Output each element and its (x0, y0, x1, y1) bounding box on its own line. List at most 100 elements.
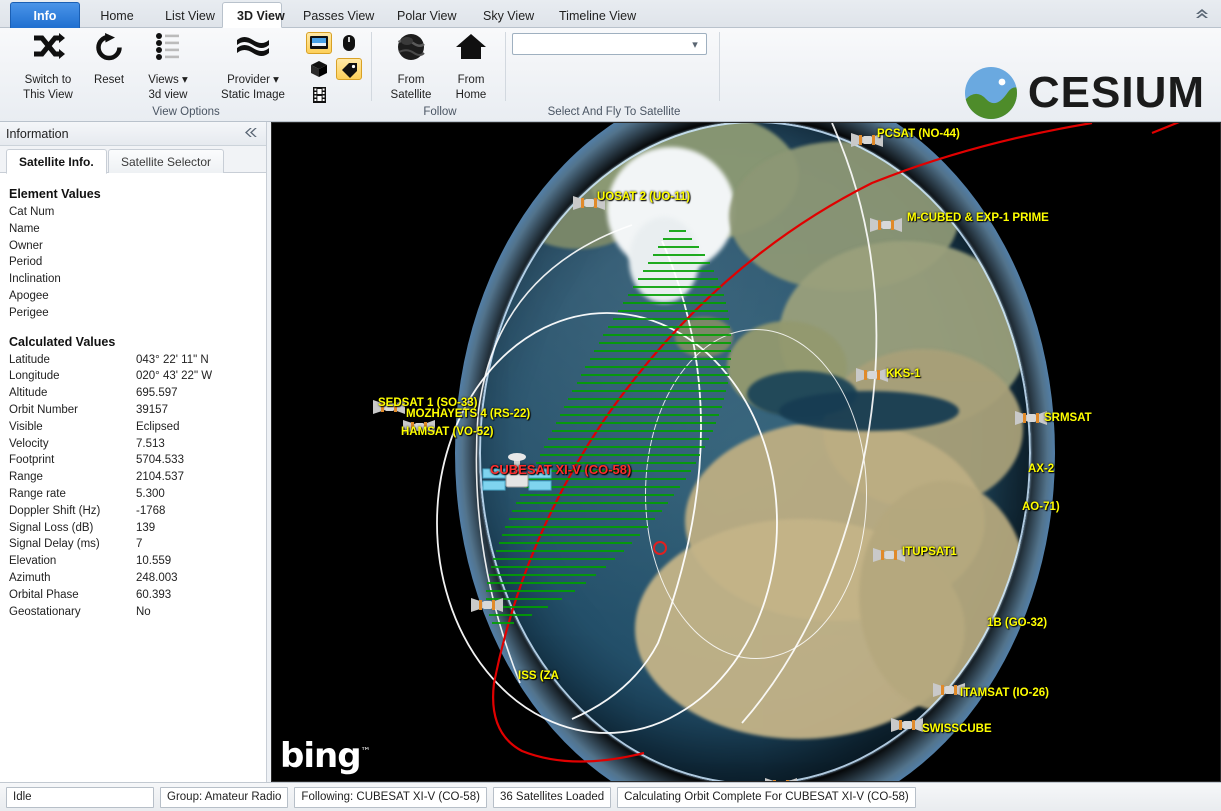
provider-label-1: Provider ▾ (208, 72, 298, 87)
switch-to-this-view-button[interactable]: Switch to This View (16, 32, 80, 102)
tab-timeline-view[interactable]: Timeline View (544, 2, 648, 28)
bing-logo[interactable]: bing™ (280, 739, 371, 773)
chevron-down-icon: ▾ (273, 74, 279, 86)
info-value (136, 204, 266, 221)
collapse-ribbon-icon[interactable] (1189, 3, 1215, 25)
satellite-label[interactable]: AX-2 (1028, 463, 1054, 475)
info-row: Elevation 10.559 (0, 553, 266, 570)
tab-satellite-selector[interactable]: Satellite Selector (108, 149, 225, 173)
chevron-down-icon[interactable]: ▾ (684, 38, 706, 51)
satellite-label[interactable]: 1B (GO-32) (987, 617, 1047, 629)
info-value: 7.513 (136, 437, 165, 450)
footprint-circle (645, 329, 867, 659)
mouse-icon[interactable] (336, 32, 362, 54)
tab-list-view[interactable]: List View (150, 2, 230, 28)
satellite-label[interactable]: AO-71) (1022, 501, 1060, 513)
info-value: 020° 43' 22" W (136, 370, 213, 383)
cube-icon[interactable] (306, 58, 332, 80)
info-key: Elevation (9, 555, 57, 568)
follow-from-satellite-button[interactable]: From Satellite (380, 32, 442, 102)
info-value (136, 288, 266, 305)
info-key: Inclination (9, 273, 61, 286)
info-row: Range 2104.537 (0, 469, 266, 486)
film-icon[interactable] (306, 84, 332, 106)
info-value (136, 271, 266, 288)
globe-icon (380, 32, 442, 72)
tag-icon[interactable] (336, 58, 362, 80)
satellite-label[interactable]: M-CUBED & EXP-1 PRIME (907, 212, 1049, 224)
shuffle-arrows-icon (16, 32, 80, 72)
bing-logo-tm: ™ (360, 746, 371, 758)
info-value: 248.003 (136, 571, 178, 584)
tab-satellite-info[interactable]: Satellite Info. (6, 149, 107, 174)
information-panel-title: Information (6, 126, 69, 141)
satellite-sprite[interactable] (470, 593, 504, 617)
views-label-1: Views ▾ (138, 72, 198, 87)
info-key: Geostationary (9, 605, 81, 618)
satellite-sprite[interactable] (869, 213, 903, 237)
info-value (136, 238, 266, 255)
info-key: Period (9, 256, 43, 269)
views-dropdown-button[interactable]: Views ▾ 3d view (138, 32, 198, 102)
screen-icon[interactable] (306, 32, 332, 54)
section-title-calculated-values: Calculated Values (9, 334, 116, 349)
info-value: 139 (136, 521, 156, 534)
info-value: No (136, 605, 151, 618)
tab-polar-view[interactable]: Polar View (382, 2, 466, 28)
satellite-label[interactable]: PCSAT (NO-44) (877, 128, 960, 140)
info-value (136, 221, 266, 238)
info-row: Range rate 5.300 (0, 486, 266, 503)
observer-marker (653, 541, 667, 555)
satellite-sprite[interactable] (764, 773, 798, 781)
satellite-select-input[interactable]: ▾ (512, 33, 707, 55)
follow-from-home-button[interactable]: From Home (440, 32, 502, 102)
reset-button[interactable]: Reset (82, 32, 136, 87)
satellite-sprite[interactable] (1014, 406, 1048, 430)
info-key: Visible (9, 420, 43, 433)
info-value: 695.597 (136, 387, 178, 400)
info-key: Footprint (9, 454, 55, 467)
selected-satellite-label[interactable]: CUBESAT XI-V (CO-58) (490, 462, 631, 477)
globe-viewport[interactable]: PCSAT (NO-44) UOSAT 2 (UO-11) M-CUBED & … (271, 122, 1221, 782)
layers-stack-icon (208, 32, 298, 72)
satellite-label[interactable]: UOSAT 2 (UO-11) (597, 191, 690, 203)
info-row: Doppler Shift (Hz) -1768 (0, 503, 266, 520)
ribbon-group-follow-title: Follow (423, 106, 457, 118)
ribbon-group-follow: From Satellite From Home Follow (374, 28, 506, 121)
collapse-panel-icon[interactable] (241, 126, 260, 142)
satellite-label[interactable]: ITUPSAT1 (902, 546, 957, 558)
satellite-sprite[interactable] (872, 543, 906, 567)
ribbon-group-view-options-title: View Options (152, 106, 220, 118)
tab-3d-view[interactable]: 3D View (222, 2, 285, 28)
tab-info[interactable]: Info (10, 2, 80, 28)
views-label-text: Views (148, 74, 179, 86)
info-value (136, 254, 266, 271)
satellite-label[interactable]: SWISSCUBE (922, 723, 992, 735)
information-panel: Information Satellite Info. Satellite Se… (0, 122, 267, 782)
info-value: 10.559 (136, 555, 172, 568)
tab-home[interactable]: Home (84, 2, 150, 28)
selected-satellite-sprite[interactable] (480, 451, 554, 505)
info-value: 5704.533 (136, 454, 184, 467)
info-row: Cat Num (0, 204, 266, 221)
satellite-label[interactable]: KKS-1 (886, 368, 921, 380)
satellite-label[interactable]: ITAMSAT (IO-26) (960, 687, 1049, 699)
satellite-label[interactable]: SRMSAT (1044, 412, 1092, 424)
home-icon (440, 32, 502, 72)
satellite-label[interactable]: HAMSAT (VO-52) (401, 426, 493, 438)
tab-sky-view[interactable]: Sky View (468, 2, 544, 28)
satellite-label[interactable]: MOZHAYETS 4 (RS-22) (406, 408, 530, 420)
tab-passes-view[interactable]: Passes View (288, 2, 380, 28)
info-row: Latitude 043° 22' 11" N (0, 352, 266, 369)
list-bullets-icon (138, 32, 198, 72)
info-row: Altitude 695.597 (0, 385, 266, 402)
provider-dropdown-button[interactable]: Provider ▾ Static Image (208, 32, 298, 102)
info-row: Owner (0, 238, 266, 255)
info-row: Perigee (0, 305, 266, 322)
info-value: 2104.537 (136, 471, 184, 484)
satellite-sprite[interactable] (855, 363, 889, 387)
cesium-logo-icon (964, 66, 1018, 120)
satellite-sprite[interactable] (890, 713, 924, 737)
satellite-label[interactable]: ISS (ZA (518, 670, 559, 682)
